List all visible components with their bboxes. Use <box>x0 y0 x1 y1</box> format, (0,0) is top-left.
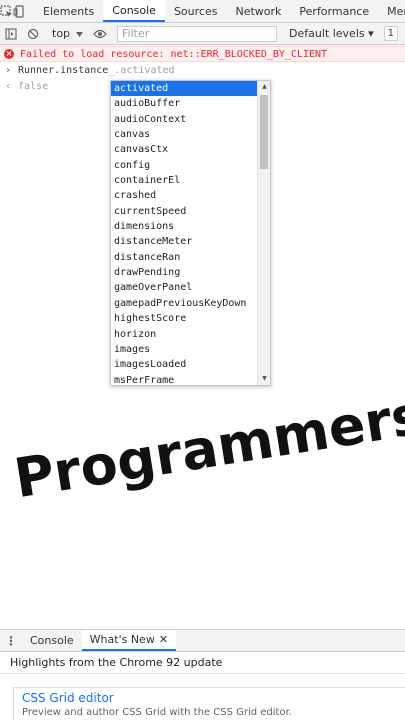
autocomplete-item[interactable]: currentSpeed <box>111 204 258 219</box>
autocomplete-item[interactable]: distanceMeter <box>111 234 258 249</box>
autocomplete-item[interactable]: crashed <box>111 188 258 203</box>
whats-new-heading: Highlights from the Chrome 92 update <box>0 652 405 674</box>
autocomplete-item[interactable]: highestScore <box>111 311 258 326</box>
prompt-chevron-icon: › <box>6 64 10 76</box>
drawer-tab-console[interactable]: Console <box>22 630 82 651</box>
whats-new-panel: Highlights from the Chrome 92 update CSS… <box>0 652 405 720</box>
tab-sources[interactable]: Sources <box>165 0 227 22</box>
console-result-value: false <box>18 80 49 92</box>
tab-performance[interactable]: Performance <box>290 0 378 22</box>
autocomplete-item[interactable]: distanceRan <box>111 250 258 265</box>
overlay-caption: Programmers <box>10 383 405 511</box>
log-levels-label: Default levels ▾ <box>289 27 374 40</box>
autocomplete-item[interactable]: canvasCtx <box>111 142 258 157</box>
drawer-menu-icon[interactable]: ⋮ <box>0 630 22 651</box>
context-selector[interactable]: top <box>44 23 89 45</box>
tab-elements[interactable]: Elements <box>34 0 103 22</box>
autocomplete-item[interactable]: imagesLoaded <box>111 357 258 372</box>
console-input-line[interactable]: › Runner.instance _.activated <box>0 62 405 78</box>
live-expression-eye-icon[interactable] <box>89 23 111 45</box>
chevron-down-icon <box>76 27 84 40</box>
console-error-message: × Failed to load resource: net::ERR_BLOC… <box>0 46 405 62</box>
autocomplete-item[interactable]: containerEl <box>111 173 258 188</box>
feature-card[interactable]: CSS Grid editor Preview and author CSS G… <box>13 687 405 720</box>
autocomplete-item[interactable]: audioBuffer <box>111 96 258 111</box>
autocomplete-item[interactable]: horizon <box>111 327 258 342</box>
log-levels-dropdown[interactable]: Default levels ▾ <box>289 27 374 40</box>
console-toolbar: top Default levels ▾ 1 <box>0 23 405 45</box>
autocomplete-list: activated audioBuffer audioContext canva… <box>111 81 258 385</box>
inspect-element-icon[interactable] <box>0 0 13 22</box>
autocomplete-dropdown[interactable]: activated audioBuffer audioContext canva… <box>110 80 271 386</box>
feature-card-description: Preview and author CSS Grid with the CSS… <box>22 707 292 718</box>
scrollbar-thumb[interactable] <box>260 95 268 169</box>
autocomplete-item[interactable]: gameOverPanel <box>111 280 258 295</box>
autocomplete-item[interactable]: images <box>111 342 258 357</box>
result-chevron-icon: ‹ <box>6 80 10 92</box>
autocomplete-item[interactable]: activated <box>111 81 258 97</box>
autocomplete-scrollbar[interactable]: ▲ ▼ <box>257 81 270 385</box>
close-icon[interactable]: ✕ <box>159 633 168 646</box>
scroll-down-arrow-icon[interactable]: ▼ <box>258 373 270 385</box>
autocomplete-item[interactable]: canvas <box>111 127 258 142</box>
feature-card-title[interactable]: CSS Grid editor <box>22 691 397 705</box>
issues-badge[interactable]: 1 <box>383 26 399 41</box>
devtools-tab-bar: Elements Console Sources Network Perform… <box>0 0 405 23</box>
autocomplete-item[interactable]: drawPending <box>111 265 258 280</box>
autocomplete-ghost-text: _.activated <box>108 64 175 76</box>
drawer-tab-console-label: Console <box>30 634 74 647</box>
scroll-up-arrow-icon[interactable]: ▲ <box>258 81 270 93</box>
autocomplete-item[interactable]: config <box>111 158 258 173</box>
autocomplete-item[interactable]: audioContext <box>111 112 258 127</box>
drawer-tab-whats-new-label: What's New <box>89 633 155 646</box>
clear-console-icon[interactable] <box>22 23 44 45</box>
error-icon: × <box>4 49 14 59</box>
tab-console[interactable]: Console <box>103 0 165 22</box>
autocomplete-item[interactable]: msPerFrame <box>111 373 258 385</box>
error-text: Failed to load resource: net::ERR_BLOCKE… <box>20 48 328 60</box>
show-sidebar-icon[interactable] <box>0 23 22 45</box>
filter-input[interactable] <box>117 25 278 42</box>
drawer-tab-bar: ⋮ Console What's New ✕ <box>0 629 405 652</box>
autocomplete-item[interactable]: gamepadPreviousKeyDown <box>111 296 258 311</box>
drawer-tab-whats-new[interactable]: What's New ✕ <box>81 630 177 651</box>
context-selector-label: top <box>52 27 71 40</box>
device-toolbar-icon[interactable] <box>13 0 26 22</box>
tab-memory[interactable]: Memor <box>378 0 405 22</box>
autocomplete-item[interactable]: dimensions <box>111 219 258 234</box>
tab-network[interactable]: Network <box>226 0 290 22</box>
console-input-text[interactable]: Runner.instance <box>18 65 108 76</box>
